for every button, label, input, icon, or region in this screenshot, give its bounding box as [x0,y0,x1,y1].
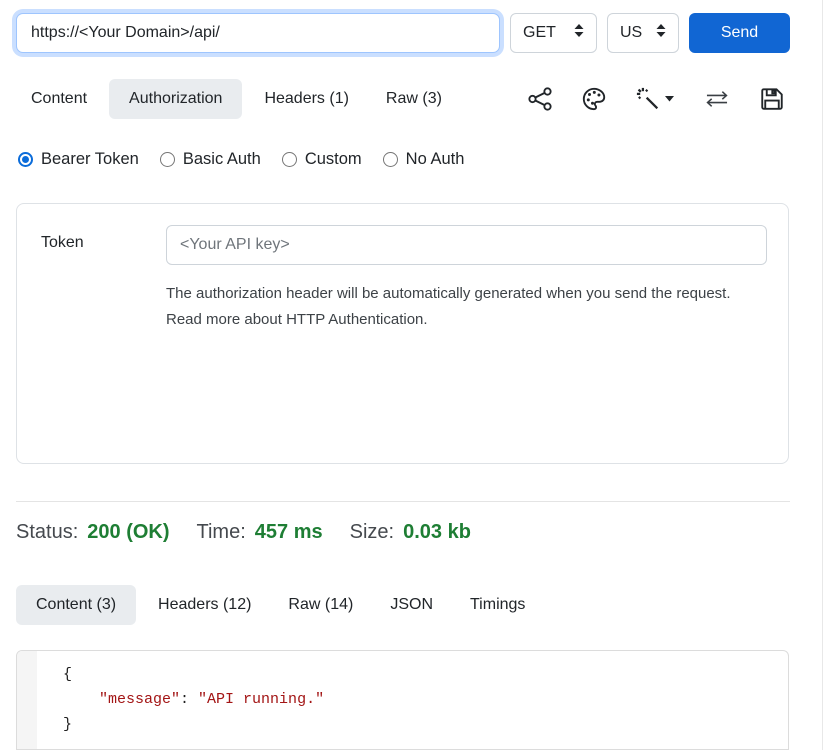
authorization-panel: Token The authorization header will be a… [16,203,789,464]
editor-gutter [17,651,37,749]
response-status-row: Status: 200 (OK) Time: 457 ms Size: 0.03… [16,521,471,544]
method-select-value: GET [523,24,556,42]
palette-icon[interactable] [582,87,606,111]
url-input[interactable] [16,13,500,53]
token-label: Token [41,225,166,333]
resp-tab-content[interactable]: Content (3) [16,585,136,625]
tab-authorization[interactable]: Authorization [109,79,242,119]
radio-label: Custom [305,150,362,169]
magic-wand-icon[interactable] [636,87,674,111]
resp-tab-headers[interactable]: Headers (12) [143,585,266,625]
radio-selected-icon [18,152,33,167]
request-bar: GET US Send [16,13,790,53]
save-icon[interactable] [760,87,784,111]
status-pair: Status: 200 (OK) [16,521,170,544]
time-value: 457 ms [255,521,323,544]
radio-unselected-icon [160,152,175,167]
updown-arrows-icon [656,24,666,42]
swap-arrows-icon[interactable] [704,90,730,108]
share-icon[interactable] [528,87,552,111]
response-tabs: Content (3) Headers (12) Raw (14) JSON T… [16,585,547,625]
radio-unselected-icon [282,152,297,167]
radio-label: Basic Auth [183,150,261,169]
tab-content[interactable]: Content [16,79,102,119]
time-label: Time: [197,521,246,544]
method-select[interactable]: GET [510,13,597,53]
resp-tab-json[interactable]: JSON [375,585,448,625]
size-pair: Size: 0.03 kb [350,521,471,544]
response-body-editor[interactable]: { "message": "API running." } [16,650,789,750]
radio-bearer-token[interactable]: Bearer Token [18,150,139,169]
radio-label: No Auth [406,150,465,169]
request-tabs-row: Content Authorization Headers (1) Raw (3… [16,79,790,119]
token-input[interactable] [166,225,767,265]
caret-down-icon [665,96,674,102]
region-select[interactable]: US [607,13,679,53]
radio-unselected-icon [383,152,398,167]
request-tabs: Content Authorization Headers (1) Raw (3… [16,79,464,119]
status-value: 200 (OK) [87,521,169,544]
size-label: Size: [350,521,394,544]
code-key: "message" [99,691,180,708]
status-label: Status: [16,521,78,544]
code-value: "API running." [198,691,324,708]
resp-tab-raw[interactable]: Raw (14) [273,585,368,625]
radio-label: Bearer Token [41,150,139,169]
api-client-window: GET US Send Content Authorization Header… [0,0,837,750]
code-open-brace: { [63,666,72,683]
tab-raw[interactable]: Raw (3) [371,79,457,119]
section-divider [16,501,790,502]
scroll-area-edge [822,0,823,750]
code-indent [63,691,99,708]
size-value: 0.03 kb [403,521,471,544]
response-json-code: { "message": "API running." } [37,651,324,749]
radio-custom[interactable]: Custom [282,150,362,169]
radio-basic-auth[interactable]: Basic Auth [160,150,261,169]
send-button[interactable]: Send [689,13,790,53]
region-select-value: US [620,24,642,42]
auth-type-options: Bearer Token Basic Auth Custom No Auth [18,150,464,169]
tab-headers[interactable]: Headers (1) [249,79,363,119]
toolbar-icons [528,87,790,111]
time-pair: Time: 457 ms [197,521,323,544]
updown-arrows-icon [574,24,584,42]
code-close-brace: } [63,716,72,733]
radio-no-auth[interactable]: No Auth [383,150,465,169]
resp-tab-timings[interactable]: Timings [455,585,540,625]
auth-help-text: The authorization header will be automat… [166,281,766,333]
code-colon: : [180,691,198,708]
